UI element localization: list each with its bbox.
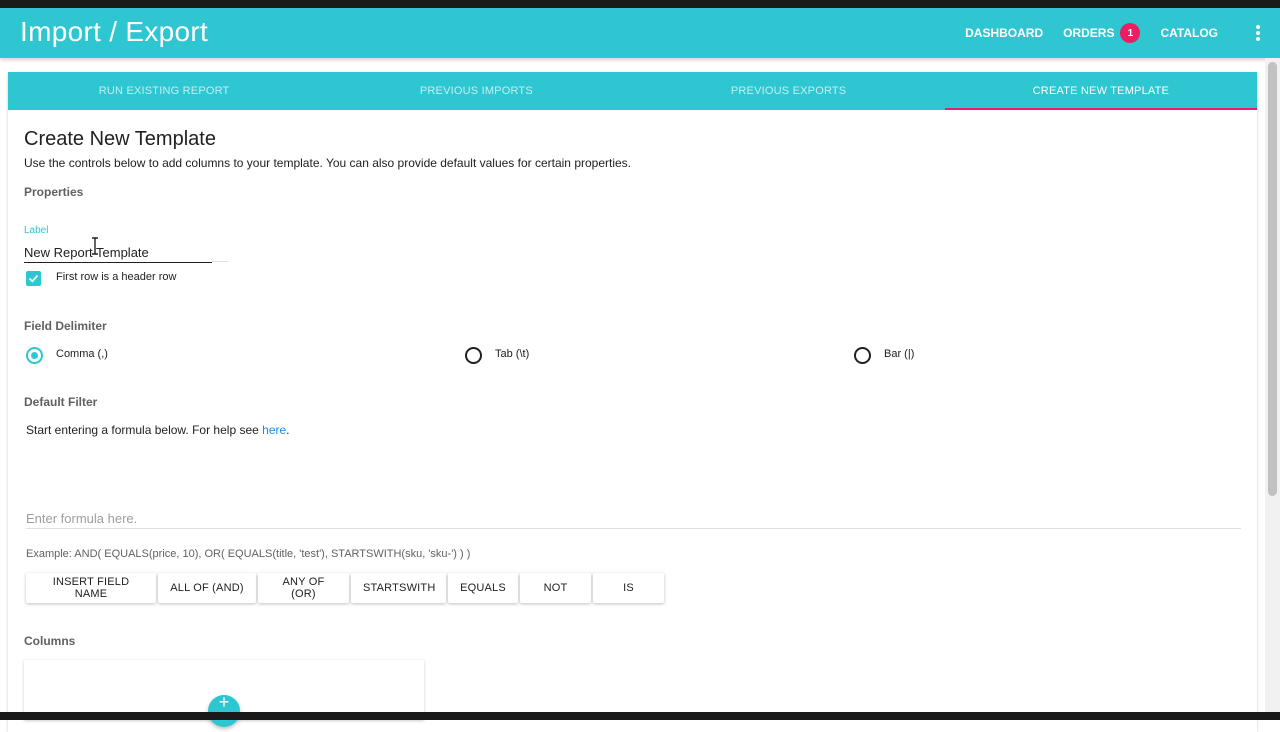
add-column-button[interactable]: + <box>208 692 240 727</box>
radio-bar[interactable] <box>854 347 871 364</box>
tab-label: PREVIOUS IMPORTS <box>419 85 533 97</box>
help-prefix: Start entering a formula below. For help… <box>26 423 263 437</box>
tab-create-new-template[interactable]: CREATE NEW TEMPLATE <box>944 72 1258 110</box>
any-of-or-button[interactable]: ANY OF (OR) <box>258 573 349 603</box>
top-frame-strip <box>0 0 1280 8</box>
app-bar: Import / Export DASHBOARD ORDERS 1 CATAL… <box>0 8 1280 58</box>
radio-tab-label: Tab (\t) <box>495 348 530 360</box>
bottom-frame-strip <box>0 712 1280 720</box>
nav-dashboard-label: DASHBOARD <box>965 26 1044 40</box>
text-cursor-icon <box>92 237 98 255</box>
filter-help-text: Start entering a formula below. For help… <box>26 423 290 437</box>
startswith-button[interactable]: STARTSWITH <box>351 573 446 603</box>
add-icon: + <box>218 692 230 712</box>
nav-catalog-label: CATALOG <box>1160 26 1218 40</box>
tab-previous-imports[interactable]: PREVIOUS IMPORTS <box>320 72 632 110</box>
label-input-underline <box>212 261 228 262</box>
check-icon <box>28 274 39 283</box>
nav-orders[interactable]: ORDERS 1 <box>1063 23 1141 43</box>
radio-bar-label: Bar (|) <box>884 348 915 360</box>
help-link[interactable]: here <box>262 423 286 437</box>
equals-button[interactable]: EQUALS <box>448 573 518 603</box>
default-filter-heading: Default Filter <box>24 395 98 409</box>
scrollbar-thumb[interactable] <box>1268 62 1277 496</box>
columns-heading: Columns <box>24 634 76 648</box>
tab-label: PREVIOUS EXPORTS <box>730 85 847 97</box>
radio-comma[interactable] <box>26 347 43 364</box>
label-input[interactable] <box>24 242 212 263</box>
radio-tab[interactable] <box>465 347 482 364</box>
help-suffix: . <box>286 423 290 437</box>
content-card: RUN EXISTING REPORT PREVIOUS IMPORTS PRE… <box>8 72 1258 732</box>
tab-previous-exports[interactable]: PREVIOUS EXPORTS <box>633 72 945 110</box>
tab-bar: RUN EXISTING REPORT PREVIOUS IMPORTS PRE… <box>8 72 1258 110</box>
top-nav: DASHBOARD ORDERS 1 CATALOG <box>965 8 1280 58</box>
radio-comma-label: Comma (,) <box>56 348 108 360</box>
nav-dashboard[interactable]: DASHBOARD <box>965 26 1043 40</box>
nav-orders-label: ORDERS <box>1063 26 1115 40</box>
properties-heading: Properties <box>24 185 84 199</box>
header-row-label: First row is a header row <box>56 271 177 283</box>
tab-label: RUN EXISTING REPORT <box>98 85 230 97</box>
app-title: Import / Export <box>20 16 209 47</box>
tab-label: CREATE NEW TEMPLATE <box>1032 85 1170 97</box>
more-vert-icon[interactable] <box>1238 8 1278 58</box>
formula-button-row: INSERT FIELD NAME ALL OF (AND) ANY OF (O… <box>26 573 666 603</box>
orders-badge: 1 <box>1120 23 1141 43</box>
header-row-checkbox[interactable] <box>26 271 41 286</box>
label-field-label: Label <box>24 225 49 236</box>
nav-catalog[interactable]: CATALOG <box>1160 26 1218 40</box>
all-of-and-button[interactable]: ALL OF (AND) <box>158 573 256 603</box>
is-button[interactable]: IS <box>593 573 664 603</box>
formula-example: Example: AND( EQUALS(price, 10), OR( EQU… <box>26 548 471 560</box>
not-button[interactable]: NOT <box>520 573 591 603</box>
page-title: Create New Template <box>24 128 216 150</box>
insert-field-name-button[interactable]: INSERT FIELD NAME <box>26 573 156 603</box>
field-delimiter-heading: Field Delimiter <box>24 319 107 333</box>
page-description: Use the controls below to add columns to… <box>24 156 632 170</box>
tab-run-existing-report[interactable]: RUN EXISTING REPORT <box>8 72 320 110</box>
formula-input[interactable] <box>26 508 1241 529</box>
